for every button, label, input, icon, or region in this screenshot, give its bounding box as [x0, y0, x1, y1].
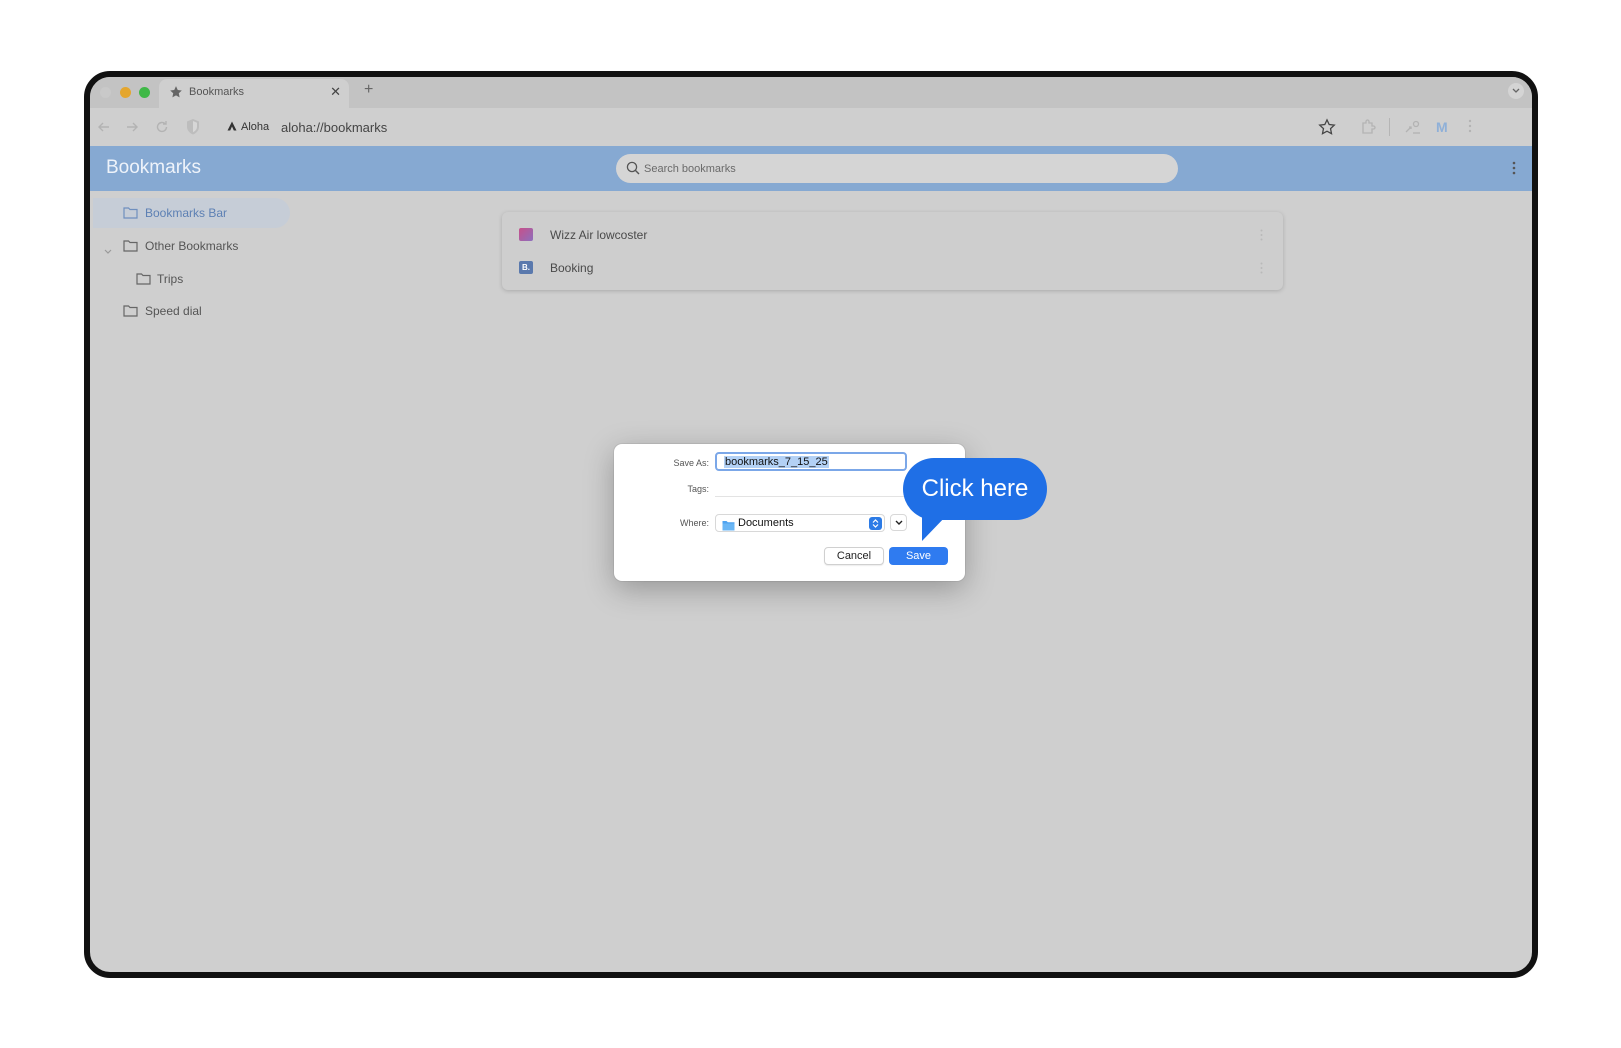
bookmarks-menu-icon[interactable] [1512, 161, 1516, 180]
folder-icon [123, 239, 138, 257]
tags-label: Tags: [687, 484, 709, 494]
browser-menu-icon[interactable] [1468, 119, 1472, 138]
tab-search-button[interactable] [1508, 83, 1524, 99]
toolbar-divider [1389, 118, 1390, 136]
more-options-icon[interactable] [1260, 228, 1263, 246]
bookmark-list: Wizz Air lowcoster B. Booking [502, 212, 1283, 290]
save-button[interactable]: Save [889, 547, 948, 565]
search-box[interactable] [616, 154, 1178, 183]
callout-text: Click here [921, 475, 1029, 502]
where-select[interactable]: Documents [715, 514, 885, 532]
sidebar-item-bookmarks-bar[interactable]: Bookmarks Bar [93, 198, 290, 228]
tab-title: Bookmarks [189, 86, 245, 98]
sidebar-item-speed-dial[interactable]: Speed dial [93, 296, 290, 326]
window-zoom-button[interactable] [139, 87, 150, 98]
bookmark-row[interactable]: B. Booking [502, 251, 1283, 284]
updown-stepper-icon [869, 517, 882, 530]
bookmark-row[interactable]: Wizz Air lowcoster [502, 218, 1283, 251]
save-as-label: Save As: [673, 458, 709, 468]
aloha-logo-icon [227, 118, 237, 136]
folder-icon [123, 304, 138, 322]
save-as-field[interactable]: bookmarks_7_15_25 [715, 452, 907, 471]
profile-avatar[interactable]: M [1436, 119, 1448, 135]
star-icon [169, 85, 183, 99]
sidebar-item-label: Bookmarks Bar [145, 206, 228, 220]
search-icon [626, 161, 640, 180]
reload-icon[interactable] [154, 119, 170, 135]
sidebar-item-trips[interactable]: Trips [93, 264, 290, 294]
search-input[interactable] [644, 154, 1164, 183]
device-frame: Bookmarks ✕ + Aloha aloha://bookmarks M … [84, 71, 1538, 978]
vpn-icon[interactable] [1404, 118, 1422, 136]
folder-icon [722, 518, 735, 536]
page-title: Bookmarks [106, 157, 202, 178]
folder-icon [123, 206, 138, 224]
site-identity-label: Aloha [241, 121, 270, 133]
address-bar[interactable]: aloha://bookmarks [281, 120, 387, 135]
sidebar-item-label: Other Bookmarks [145, 239, 239, 253]
shield-icon[interactable] [185, 118, 201, 136]
bookmark-title: Wizz Air lowcoster [550, 228, 648, 242]
tags-field[interactable] [715, 481, 907, 497]
new-tab-button[interactable]: + [364, 81, 373, 99]
tab-strip: Bookmarks ✕ + [90, 77, 1532, 108]
site-identity-chip[interactable]: Aloha [221, 116, 275, 138]
cancel-button[interactable]: Cancel [824, 547, 884, 565]
click-here-callout: Click here [903, 458, 1047, 520]
bookmark-title: Booking [550, 261, 594, 275]
browser-toolbar: Aloha aloha://bookmarks M [90, 108, 1532, 146]
sidebar-item-label: Trips [157, 272, 184, 286]
sidebar-item-label: Speed dial [145, 304, 202, 318]
save-as-value: bookmarks_7_15_25 [724, 456, 829, 468]
tab-bookmarks[interactable]: Bookmarks ✕ [159, 79, 349, 108]
forward-arrow-icon[interactable] [124, 119, 140, 135]
window-close-button[interactable] [100, 87, 111, 98]
where-value: Documents [738, 517, 794, 529]
tab-close-icon[interactable]: ✕ [330, 84, 341, 100]
window-minimize-button[interactable] [120, 87, 131, 98]
folder-icon [136, 272, 151, 290]
extensions-icon[interactable] [1360, 118, 1378, 136]
bookmarks-header: Bookmarks [90, 146, 1532, 191]
chevron-down-icon [1512, 88, 1520, 93]
where-label: Where: [679, 518, 709, 528]
more-options-icon[interactable] [1260, 261, 1263, 279]
sidebar-item-other-bookmarks[interactable]: Other Bookmarks [93, 231, 290, 261]
wizz-air-favicon [519, 228, 533, 241]
chevron-down-icon[interactable] [104, 242, 112, 260]
booking-favicon: B. [519, 261, 533, 274]
bookmark-star-icon[interactable] [1318, 118, 1336, 136]
browser-window: Bookmarks ✕ + Aloha aloha://bookmarks M … [90, 77, 1532, 972]
chevron-down-icon [895, 520, 903, 525]
back-arrow-icon[interactable] [96, 119, 112, 135]
